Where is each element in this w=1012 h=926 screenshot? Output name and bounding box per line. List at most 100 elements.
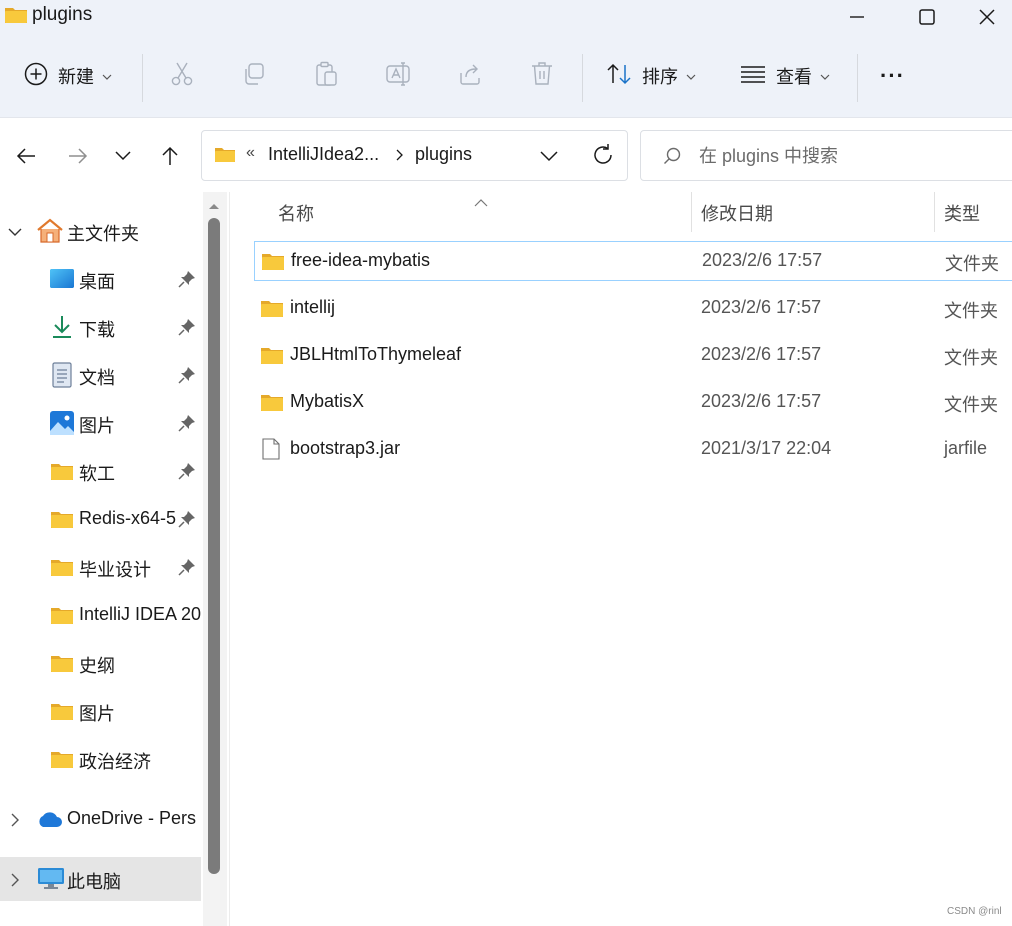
nav-label: 软工 xyxy=(79,464,115,484)
nav-item-folder[interactable]: Redis-x64-5 xyxy=(0,497,201,541)
share-icon xyxy=(458,62,484,91)
file-type: 文件夹 xyxy=(944,348,998,368)
cut-button[interactable] xyxy=(170,34,194,118)
folder-icon xyxy=(260,299,284,323)
rename-icon xyxy=(386,61,412,91)
column-header-date[interactable]: 修改日期 xyxy=(701,192,773,234)
more-options-button[interactable]: ··· xyxy=(880,34,905,118)
chevron-down-icon xyxy=(820,67,830,85)
minimize-icon xyxy=(850,16,864,18)
nav-item-folder[interactable]: 毕业设计 xyxy=(0,545,201,589)
folder-icon xyxy=(50,702,74,726)
computer-icon xyxy=(38,868,64,895)
back-button[interactable] xyxy=(8,138,44,174)
pin-icon[interactable] xyxy=(178,414,196,437)
pin-icon[interactable] xyxy=(178,462,196,485)
paste-button[interactable] xyxy=(314,34,338,118)
nav-item-downloads[interactable]: 下载 xyxy=(0,305,201,349)
nav-label: OneDrive - Pers xyxy=(67,808,197,828)
file-list: 名称 修改日期 类型 free-idea-mybatis 2023/2/6 17… xyxy=(230,192,1012,926)
recent-locations-button[interactable] xyxy=(105,138,141,174)
share-button[interactable] xyxy=(458,34,484,118)
more-icon: ··· xyxy=(880,63,905,88)
folder-icon xyxy=(214,146,236,169)
file-date: 2023/2/6 17:57 xyxy=(702,250,823,270)
refresh-icon[interactable] xyxy=(591,143,615,172)
search-input[interactable] xyxy=(699,141,999,171)
nav-item-this-pc[interactable]: 此电脑 xyxy=(0,857,201,901)
address-overflow[interactable]: « xyxy=(246,144,255,162)
pin-icon[interactable] xyxy=(178,270,196,293)
pin-icon[interactable] xyxy=(178,510,196,533)
delete-button[interactable] xyxy=(530,34,554,118)
plus-circle-icon xyxy=(24,62,48,91)
address-row: « IntelliJIdea2... plugins xyxy=(0,118,1012,192)
rename-button[interactable] xyxy=(386,34,412,118)
nav-label: 主文件夹 xyxy=(67,224,139,244)
file-row[interactable]: MybatisX 2023/2/6 17:57 文件夹 xyxy=(254,383,1012,423)
file-row[interactable]: JBLHtmlToThymeleaf 2023/2/6 17:57 文件夹 xyxy=(254,336,1012,376)
file-name: free-idea-mybatis xyxy=(291,250,431,270)
chevron-right-icon[interactable] xyxy=(396,148,404,166)
search-box[interactable] xyxy=(640,130,1012,181)
nav-label: Redis-x64-5 xyxy=(79,508,177,528)
nav-item-home[interactable]: 主文件夹 xyxy=(0,209,201,253)
nav-item-pictures[interactable]: 图片 xyxy=(0,401,201,445)
breadcrumb-current[interactable]: plugins xyxy=(415,144,472,165)
toolbar-divider xyxy=(857,54,858,102)
nav-scrollbar-thumb[interactable] xyxy=(208,218,220,874)
pin-icon[interactable] xyxy=(178,558,196,581)
nav-label: 文档 xyxy=(79,368,115,388)
copy-button[interactable] xyxy=(242,34,266,118)
column-header-type[interactable]: 类型 xyxy=(944,192,980,234)
nav-item-desktop[interactable]: 桌面 xyxy=(0,257,201,301)
nav-item-folder[interactable]: 图片 xyxy=(0,689,201,733)
new-button[interactable]: 新建 xyxy=(24,34,112,118)
maximize-button[interactable] xyxy=(892,0,962,34)
view-button[interactable]: 查看 xyxy=(740,34,830,118)
chevron-right-icon[interactable] xyxy=(8,811,22,832)
pin-icon[interactable] xyxy=(178,366,196,389)
nav-item-folder[interactable]: 政治经济 xyxy=(0,737,201,781)
scroll-up-icon[interactable] xyxy=(207,198,221,216)
scissors-icon xyxy=(170,61,194,92)
column-divider[interactable] xyxy=(691,192,692,232)
new-button-label: 新建 xyxy=(58,67,94,87)
nav-item-onedrive[interactable]: OneDrive - Pers xyxy=(0,797,201,841)
pin-icon[interactable] xyxy=(178,318,196,341)
chevron-right-icon[interactable] xyxy=(8,871,22,892)
desktop-icon xyxy=(50,269,74,294)
navigation-pane: 主文件夹 桌面 下载 文档 图片 软工 Redis-x64-5 毕业设计 Int… xyxy=(0,192,230,926)
chevron-down-icon xyxy=(115,151,131,161)
file-date: 2021/3/17 22:04 xyxy=(701,438,832,458)
file-row[interactable]: bootstrap3.jar 2021/3/17 22:04 jarfile xyxy=(254,430,1012,470)
folder-icon xyxy=(260,346,284,370)
toolbar-divider xyxy=(582,54,583,102)
file-row[interactable]: free-idea-mybatis 2023/2/6 17:57 文件夹 xyxy=(254,241,1012,281)
arrow-left-icon xyxy=(16,148,35,164)
file-row[interactable]: intellij 2023/2/6 17:57 文件夹 xyxy=(254,289,1012,329)
window-title: plugins xyxy=(32,4,93,25)
close-button[interactable] xyxy=(962,0,1012,34)
column-divider[interactable] xyxy=(934,192,935,232)
folder-icon xyxy=(4,5,28,30)
file-type: 文件夹 xyxy=(945,254,999,274)
sort-button[interactable]: 排序 xyxy=(606,34,696,118)
up-button[interactable] xyxy=(152,138,188,174)
nav-item-folder[interactable]: 软工 xyxy=(0,449,201,493)
nav-item-documents[interactable]: 文档 xyxy=(0,353,201,397)
nav-item-folder[interactable]: 史纲 xyxy=(0,641,201,685)
chevron-down-icon[interactable] xyxy=(540,147,558,170)
file-type: 文件夹 xyxy=(944,395,998,415)
breadcrumb-segment[interactable]: IntelliJIdea2... xyxy=(268,144,379,165)
file-icon xyxy=(262,438,280,465)
document-icon xyxy=(52,362,72,393)
minimize-button[interactable] xyxy=(822,0,892,34)
arrow-up-icon xyxy=(162,146,178,165)
address-bar[interactable]: « IntelliJIdea2... plugins xyxy=(201,130,628,181)
column-header-name[interactable]: 名称 xyxy=(278,192,314,234)
nav-item-folder[interactable]: IntelliJ IDEA 20 xyxy=(0,593,201,637)
sort-ascending-icon xyxy=(474,194,488,212)
chevron-down-icon[interactable] xyxy=(8,223,22,244)
forward-button[interactable] xyxy=(60,138,96,174)
